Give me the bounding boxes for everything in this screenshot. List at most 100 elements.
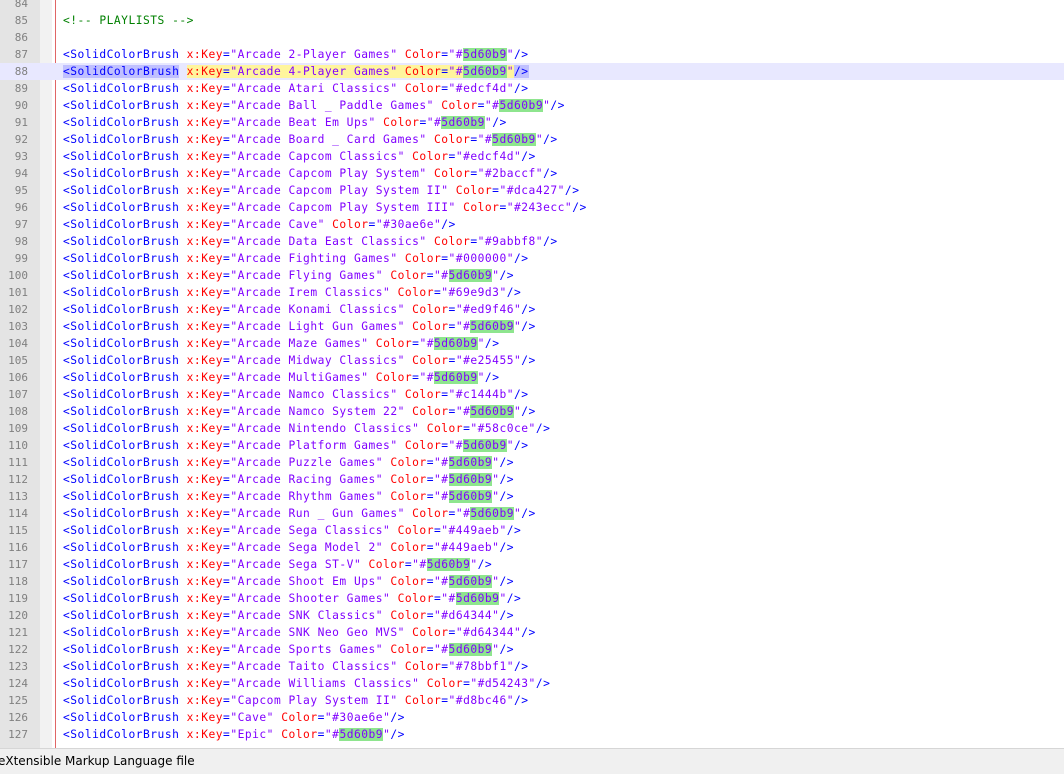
code-text[interactable]: <SolidColorBrush x:Key="Arcade Capcom Pl… — [63, 182, 579, 199]
code-text[interactable]: <SolidColorBrush x:Key="Arcade Beat Em U… — [63, 114, 507, 131]
code-line[interactable]: 93 <SolidColorBrush x:Key="Arcade Capcom … — [0, 148, 1064, 165]
code-line[interactable]: 89 <SolidColorBrush x:Key="Arcade Atari C… — [0, 80, 1064, 97]
code-line[interactable]: 113 <SolidColorBrush x:Key="Arcade Rhythm… — [0, 488, 1064, 505]
file-type-label: eXtensible Markup Language file — [0, 754, 195, 768]
code-line[interactable]: 105 <SolidColorBrush x:Key="Arcade Midway… — [0, 352, 1064, 369]
code-editor[interactable]: 84 85 <!-- PLAYLISTS --> 86 87 <SolidColorBru… — [0, 0, 1064, 748]
code-line[interactable]: 99 <SolidColorBrush x:Key="Arcade Fightin… — [0, 250, 1064, 267]
code-text[interactable]: <SolidColorBrush x:Key="Arcade Cave" Col… — [63, 216, 456, 233]
code-text[interactable]: <SolidColorBrush x:Key="Epic" Color="#5d… — [63, 726, 405, 743]
line-number: 109 — [8, 422, 28, 435]
code-line[interactable]: 91 <SolidColorBrush x:Key="Arcade Beat Em… — [0, 114, 1064, 131]
code-line[interactable]: 110 <SolidColorBrush x:Key="Arcade Platfo… — [0, 437, 1064, 454]
code-text[interactable]: <SolidColorBrush x:Key="Arcade Flying Ga… — [63, 267, 514, 284]
code-text[interactable]: <SolidColorBrush x:Key="Arcade Fighting … — [63, 250, 529, 267]
line-number: 97 — [14, 218, 28, 231]
code-line[interactable]: 102 <SolidColorBrush x:Key="Arcade Konami… — [0, 301, 1064, 318]
code-line[interactable]: 106 <SolidColorBrush x:Key="Arcade MultiG… — [0, 369, 1064, 386]
line-number: 104 — [8, 337, 28, 350]
code-line[interactable]: 123 <SolidColorBrush x:Key="Arcade Taito … — [0, 658, 1064, 675]
code-text[interactable]: <!-- PLAYLISTS --> — [63, 12, 194, 29]
line-number: 124 — [8, 677, 28, 690]
code-text[interactable]: <SolidColorBrush x:Key="Arcade SNK Class… — [63, 607, 514, 624]
code-line[interactable]: 124 <SolidColorBrush x:Key="Arcade Willia… — [0, 675, 1064, 692]
code-line[interactable]: 98 <SolidColorBrush x:Key="Arcade Data Ea… — [0, 233, 1064, 250]
code-line[interactable]: 94 <SolidColorBrush x:Key="Arcade Capcom … — [0, 165, 1064, 182]
code-text[interactable]: <SolidColorBrush x:Key="Arcade Board _ C… — [63, 131, 558, 148]
code-text[interactable]: <SolidColorBrush x:Key="Arcade Capcom Pl… — [63, 199, 587, 216]
code-line[interactable]: 108 <SolidColorBrush x:Key="Arcade Namco … — [0, 403, 1064, 420]
code-text[interactable]: <SolidColorBrush x:Key="Capcom Play Syst… — [63, 692, 529, 709]
code-text[interactable]: <SolidColorBrush x:Key="Arcade Puzzle Ga… — [63, 454, 514, 471]
code-line[interactable]: 101 <SolidColorBrush x:Key="Arcade Irem C… — [0, 284, 1064, 301]
line-number: 114 — [8, 507, 28, 520]
code-line[interactable]: 122 <SolidColorBrush x:Key="Arcade Sports… — [0, 641, 1064, 658]
code-line[interactable]: 127 <SolidColorBrush x:Key="Epic" Color="… — [0, 726, 1064, 743]
line-number: 89 — [14, 82, 28, 95]
code-line[interactable]: 115 <SolidColorBrush x:Key="Arcade Sega C… — [0, 522, 1064, 539]
code-line[interactable]: 84 — [0, 0, 1064, 12]
code-text[interactable]: <SolidColorBrush x:Key="Arcade Capcom Cl… — [63, 148, 536, 165]
code-text[interactable]: <SolidColorBrush x:Key="Arcade Namco Sys… — [63, 403, 536, 420]
code-line[interactable]: 125 <SolidColorBrush x:Key="Capcom Play S… — [0, 692, 1064, 709]
code-text[interactable]: <SolidColorBrush x:Key="Arcade Atari Cla… — [63, 80, 529, 97]
code-line[interactable]: 103 <SolidColorBrush x:Key="Arcade Light … — [0, 318, 1064, 335]
code-line[interactable]: 109 <SolidColorBrush x:Key="Arcade Ninten… — [0, 420, 1064, 437]
code-text[interactable]: <SolidColorBrush x:Key="Arcade Irem Clas… — [63, 284, 521, 301]
code-text[interactable]: <SolidColorBrush x:Key="Arcade Midway Cl… — [63, 352, 536, 369]
code-line[interactable]: 116 <SolidColorBrush x:Key="Arcade Sega M… — [0, 539, 1064, 556]
code-text[interactable]: <SolidColorBrush x:Key="Arcade SNK Neo G… — [63, 624, 536, 641]
code-text[interactable]: <SolidColorBrush x:Key="Arcade Sega Mode… — [63, 539, 514, 556]
code-line[interactable]: 104 <SolidColorBrush x:Key="Arcade Maze G… — [0, 335, 1064, 352]
line-number: 110 — [8, 439, 28, 452]
code-text[interactable]: <SolidColorBrush x:Key="Cave" Color="#30… — [63, 709, 405, 726]
code-line[interactable]: 87 <SolidColorBrush x:Key="Arcade 2-Playe… — [0, 46, 1064, 63]
code-text[interactable]: <SolidColorBrush x:Key="Arcade Williams … — [63, 675, 550, 692]
code-line[interactable]: 121 <SolidColorBrush x:Key="Arcade SNK Ne… — [0, 624, 1064, 641]
code-text[interactable]: <SolidColorBrush x:Key="Arcade Run _ Gun… — [63, 505, 536, 522]
code-text[interactable]: <SolidColorBrush x:Key="Arcade 4-Player … — [63, 63, 529, 80]
code-text[interactable]: <SolidColorBrush x:Key="Arcade Taito Cla… — [63, 658, 529, 675]
code-text[interactable]: <SolidColorBrush x:Key="Arcade Sports Ga… — [63, 641, 514, 658]
code-text[interactable]: <SolidColorBrush x:Key="Arcade 2-Player … — [63, 46, 529, 63]
code-line[interactable]: 111 <SolidColorBrush x:Key="Arcade Puzzle… — [0, 454, 1064, 471]
code-line[interactable]: 118 <SolidColorBrush x:Key="Arcade Shoot … — [0, 573, 1064, 590]
code-line[interactable]: 92 <SolidColorBrush x:Key="Arcade Board _… — [0, 131, 1064, 148]
code-text[interactable]: <SolidColorBrush x:Key="Arcade Sega Clas… — [63, 522, 521, 539]
code-text[interactable]: <SolidColorBrush x:Key="Arcade Maze Game… — [63, 335, 499, 352]
code-text[interactable]: <SolidColorBrush x:Key="Arcade Shoot Em … — [63, 573, 514, 590]
line-number: 107 — [8, 388, 28, 401]
code-text[interactable]: <SolidColorBrush x:Key="Arcade Data East… — [63, 233, 558, 250]
code-line[interactable]: 85 <!-- PLAYLISTS --> — [0, 12, 1064, 29]
code-text[interactable]: <SolidColorBrush x:Key="Arcade Konami Cl… — [63, 301, 536, 318]
code-line[interactable]: 97 <SolidColorBrush x:Key="Arcade Cave" C… — [0, 216, 1064, 233]
code-text[interactable]: <SolidColorBrush x:Key="Arcade Rhythm Ga… — [63, 488, 514, 505]
code-line[interactable]: 95 <SolidColorBrush x:Key="Arcade Capcom … — [0, 182, 1064, 199]
code-text[interactable]: <SolidColorBrush x:Key="Arcade Namco Cla… — [63, 386, 529, 403]
code-line[interactable]: 96 <SolidColorBrush x:Key="Arcade Capcom … — [0, 199, 1064, 216]
code-line[interactable]: 117 <SolidColorBrush x:Key="Arcade Sega S… — [0, 556, 1064, 573]
code-text[interactable]: <SolidColorBrush x:Key="Arcade Nintendo … — [63, 420, 550, 437]
line-number: 117 — [8, 558, 28, 571]
code-line[interactable]: 112 <SolidColorBrush x:Key="Arcade Racing… — [0, 471, 1064, 488]
code-text[interactable]: <SolidColorBrush x:Key="Arcade Platform … — [63, 437, 529, 454]
code-line[interactable]: 107 <SolidColorBrush x:Key="Arcade Namco … — [0, 386, 1064, 403]
code-line[interactable]: 126 <SolidColorBrush x:Key="Cave" Color="… — [0, 709, 1064, 726]
code-text[interactable]: <SolidColorBrush x:Key="Arcade Shooter G… — [63, 590, 521, 607]
code-text[interactable]: <SolidColorBrush x:Key="Arcade Racing Ga… — [63, 471, 514, 488]
code-line[interactable]: 120 <SolidColorBrush x:Key="Arcade SNK Cl… — [0, 607, 1064, 624]
code-text[interactable]: <SolidColorBrush x:Key="Arcade Ball _ Pa… — [63, 97, 565, 114]
line-number: 87 — [14, 48, 28, 61]
code-line[interactable]: 86 — [0, 29, 1064, 46]
line-number: 120 — [8, 609, 28, 622]
code-text[interactable]: <SolidColorBrush x:Key="Arcade Capcom Pl… — [63, 165, 558, 182]
code-line[interactable]: 119 <SolidColorBrush x:Key="Arcade Shoote… — [0, 590, 1064, 607]
code-line[interactable]: 90 <SolidColorBrush x:Key="Arcade Ball _ … — [0, 97, 1064, 114]
code-line[interactable]: 114 <SolidColorBrush x:Key="Arcade Run _ … — [0, 505, 1064, 522]
line-number: 93 — [14, 150, 28, 163]
code-text[interactable]: <SolidColorBrush x:Key="Arcade Sega ST-V… — [63, 556, 492, 573]
code-text[interactable]: <SolidColorBrush x:Key="Arcade MultiGame… — [63, 369, 499, 386]
code-line[interactable]: 88 <SolidColorBrush x:Key="Arcade 4-Playe… — [0, 63, 1064, 80]
code-text[interactable]: <SolidColorBrush x:Key="Arcade Light Gun… — [63, 318, 536, 335]
code-line[interactable]: 100 <SolidColorBrush x:Key="Arcade Flying… — [0, 267, 1064, 284]
